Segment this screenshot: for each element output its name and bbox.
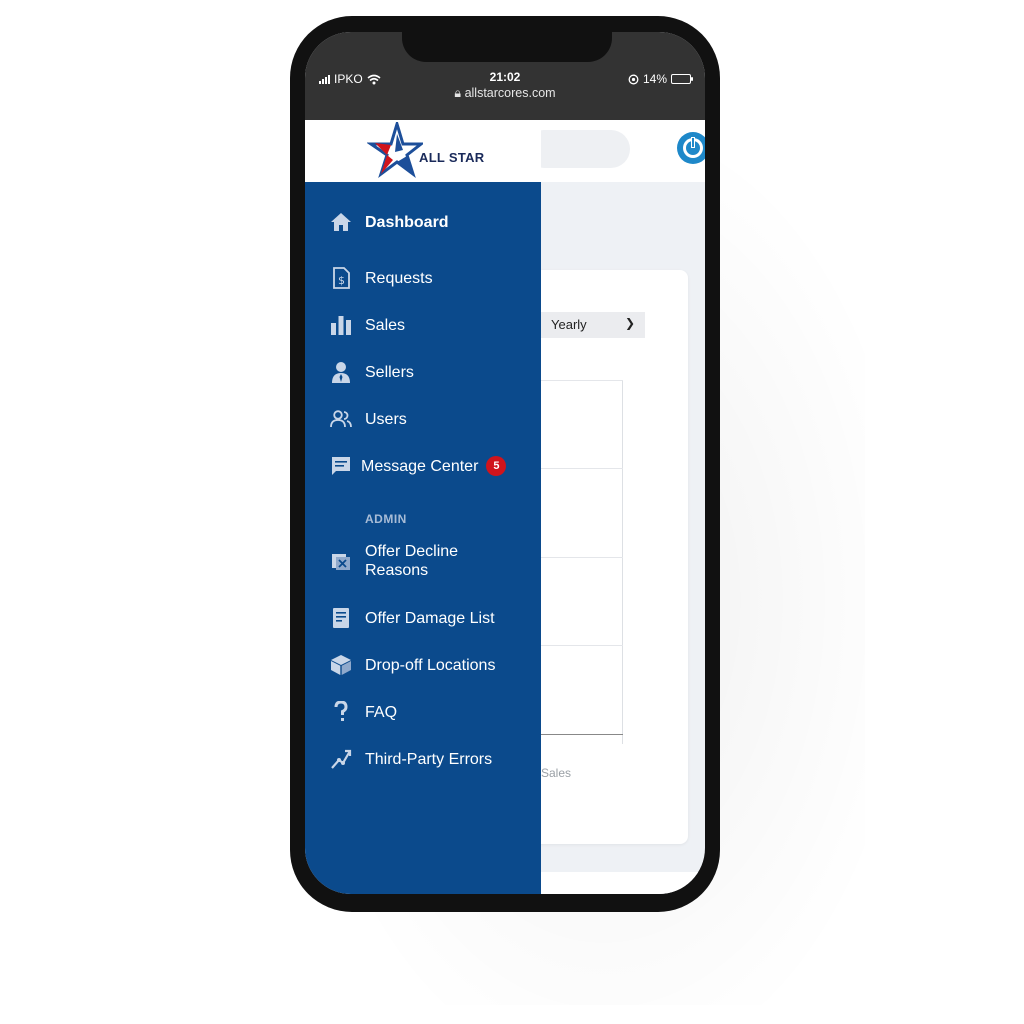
- sidebar-item-offer-damage-list[interactable]: Offer Damage List: [329, 606, 495, 630]
- sidebar-item-label: Offer Damage List: [365, 609, 495, 627]
- box-icon: [329, 653, 353, 677]
- star-logo-icon: [367, 122, 423, 178]
- svg-text:$: $: [338, 274, 345, 287]
- battery-percent: 14%: [642, 72, 667, 86]
- lock-icon: 🔒︎: [454, 86, 462, 100]
- message-count-badge: 5: [486, 456, 507, 476]
- logo[interactable]: ALL STAR: [305, 120, 541, 182]
- battery-icon: [671, 74, 693, 84]
- sidebar-item-third-party-errors[interactable]: Third-Party Errors: [329, 747, 492, 771]
- admin-section-title: ADMIN: [365, 512, 407, 526]
- sidebar-item-label: Message Center: [361, 457, 479, 475]
- sidebar-item-label: Requests: [365, 269, 433, 287]
- bug-icon: [329, 747, 353, 771]
- sidebar: ALL STAR Dashboard $ Requests Sales Sell…: [305, 120, 541, 894]
- sidebar-item-dashboard[interactable]: Dashboard: [329, 210, 449, 234]
- phone-notch: [402, 16, 612, 62]
- period-select-value: Yearly: [551, 317, 587, 332]
- sidebar-item-label: Third-Party Errors: [365, 750, 493, 768]
- sidebar-item-label: Sellers: [365, 363, 414, 381]
- sidebar-item-users[interactable]: Users: [329, 407, 407, 431]
- decline-icon: [329, 549, 353, 573]
- sidebar-item-label-line2: Reasons: [365, 562, 429, 579]
- power-icon: [678, 133, 705, 163]
- status-right: 14%: [628, 72, 693, 86]
- sidebar-item-label: Sales: [365, 316, 406, 334]
- sidebar-item-offer-decline-reasons[interactable]: Offer Decline Reasons: [329, 542, 458, 580]
- brand-name: ALL STAR: [419, 150, 485, 165]
- sidebar-item-label: Dashboard: [365, 213, 449, 231]
- sidebar-item-drop-off-locations[interactable]: Drop-off Locations: [329, 653, 495, 677]
- message-icon: [329, 454, 353, 478]
- damage-list-icon: [329, 606, 353, 630]
- chart-gridline: [541, 557, 623, 558]
- orientation-lock-icon: [628, 74, 639, 84]
- chart-legend-label: Sales: [541, 766, 572, 780]
- chart-gridline: [541, 380, 623, 381]
- home-icon: [329, 210, 353, 234]
- sales-chart: [541, 380, 623, 744]
- sidebar-item-message-center[interactable]: Message Center 5: [329, 454, 507, 478]
- bar-chart-icon: [329, 313, 353, 337]
- chart-gridline: [541, 645, 623, 646]
- url-bar[interactable]: 🔒︎ allstarcores.com: [305, 84, 705, 102]
- sidebar-item-label: FAQ: [365, 703, 398, 721]
- sidebar-item-sellers[interactable]: Sellers: [329, 360, 414, 384]
- sidebar-item-label: Offer Decline Reasons: [365, 542, 458, 580]
- sidebar-item-label: Drop-off Locations: [365, 656, 496, 674]
- question-icon: [329, 700, 353, 724]
- sidebar-item-requests[interactable]: $ Requests: [329, 266, 433, 290]
- sidebar-item-faq[interactable]: FAQ: [329, 700, 397, 724]
- sidebar-item-sales[interactable]: Sales: [329, 313, 405, 337]
- sidebar-item-label-line1: Offer Decline: [365, 543, 459, 560]
- chevron-down-icon: ❯: [624, 316, 635, 330]
- invoice-icon: $: [329, 266, 353, 290]
- phone-screen: IPKO 21:02 🔒︎ allstarcores.com 14% Yearl…: [305, 32, 705, 894]
- users-icon: [329, 407, 353, 431]
- sidebar-item-label: Users: [365, 410, 407, 428]
- power-button[interactable]: [677, 132, 705, 164]
- person-icon: [329, 360, 353, 384]
- url-text: allstarcores.com: [464, 86, 556, 100]
- period-select[interactable]: Yearly ❯: [541, 312, 645, 338]
- chart-x-axis: [541, 734, 623, 735]
- chart-gridline: [541, 468, 623, 469]
